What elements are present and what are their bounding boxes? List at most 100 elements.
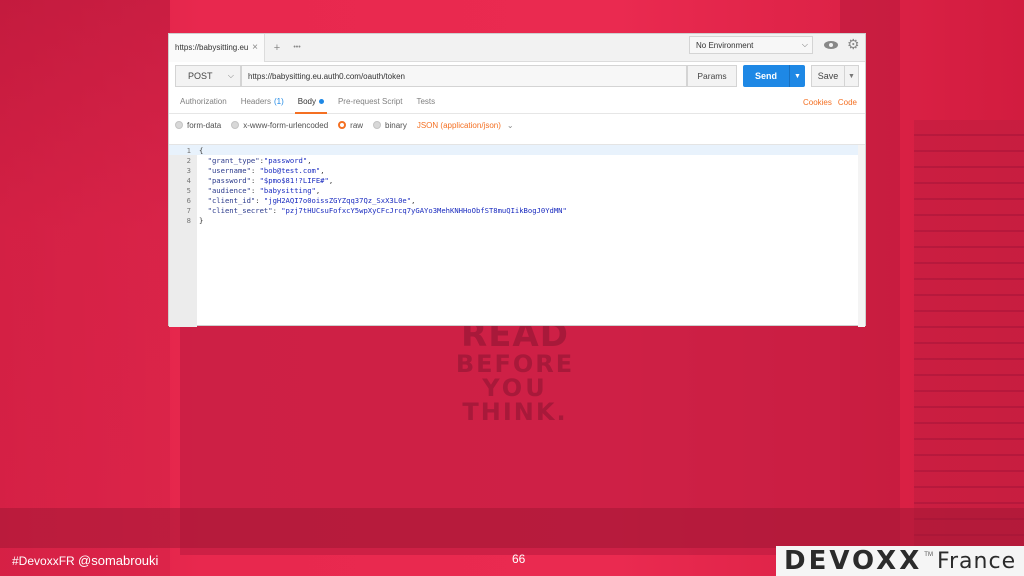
editor-line: 6 "client_id": "jgH2AQI7o0oissZGYZqq37Qz… (169, 195, 865, 205)
editor-line: 8 } (169, 215, 865, 225)
json-key: "client_id" (207, 195, 256, 205)
page-number: 66 (512, 552, 526, 566)
content-type-select[interactable]: JSON (application/json) ⌄ (417, 121, 514, 130)
json-key: "audience" (207, 185, 251, 195)
request-tab[interactable]: https://babysitting.eu × (169, 33, 265, 62)
editor-line: 5 "audience": "babysitting", (169, 185, 865, 195)
body-indicator-dot (318, 99, 324, 104)
radio-button[interactable] (231, 121, 240, 129)
cookies-link[interactable]: Cookies (803, 98, 832, 107)
body-option-label: x-www-form-urlencoded (243, 120, 329, 130)
environment-value: No Environment (696, 40, 754, 50)
json-comma: , (328, 175, 334, 185)
chevron-down-icon: ⌵ (801, 40, 808, 49)
body-option-label: binary (385, 120, 407, 130)
json-sep: : (250, 185, 260, 195)
line-number: 5 (186, 185, 191, 195)
radio-button[interactable] (175, 121, 183, 129)
tab-prerequest-script[interactable]: Pre-request Script (331, 90, 409, 114)
speaker-handle: @somabrouki (78, 553, 159, 568)
json-key: "password" (207, 175, 251, 185)
radio-button[interactable] (373, 121, 382, 129)
line-number: 8 (186, 215, 191, 225)
save-button-label: Save (817, 71, 839, 81)
request-tab-label: https://babysitting.eu (175, 43, 249, 52)
code-link[interactable]: Code (838, 98, 857, 107)
tab-prerequest-label: Pre-request Script (337, 97, 403, 106)
background-sign-text: READ BEFORE YOU THINK. (400, 318, 630, 424)
editor-scrollbar[interactable] (858, 145, 865, 327)
devoxx-france-logo: DEVOXX TM France (776, 546, 1024, 576)
line-number: 7 (186, 205, 191, 215)
editor-line: 1 { (169, 145, 865, 155)
editor-line: 2 "grant_type":"password", (169, 155, 865, 165)
sign-line: THINK. (462, 398, 568, 426)
body-editor[interactable]: 1 { 2 "grant_type":"password", 3 "userna… (169, 144, 865, 327)
json-value: "bob@test.com" (259, 165, 321, 175)
json-value: "pzj7tHUCsuFofxcY5wpXyCFcJrcq7yGAYo3MehK… (281, 205, 567, 215)
more-tabs-icon[interactable]: ••• (289, 44, 305, 51)
params-button[interactable]: Params (687, 65, 737, 87)
environment-select[interactable]: No Environment ⌵ (689, 36, 813, 54)
json-value: "babysitting" (259, 185, 316, 195)
background-wall (0, 0, 170, 576)
eye-icon[interactable] (823, 39, 839, 51)
tab-body[interactable]: Body (291, 90, 331, 114)
json-sep: : (250, 165, 260, 175)
line-number: 2 (186, 155, 191, 165)
tab-bar: https://babysitting.eu × + ••• No Enviro… (169, 33, 865, 62)
json-value: "$pmo$81!?LIFE#" (259, 175, 329, 185)
save-button[interactable]: Save ▼ (811, 65, 859, 87)
line-number: 6 (186, 195, 191, 205)
background-ground (0, 508, 1024, 548)
tab-authorization[interactable]: Authorization (173, 90, 234, 114)
send-button[interactable]: Send ▼ (743, 65, 805, 87)
chevron-down-icon: ⌄ (506, 120, 514, 130)
postman-window: https://babysitting.eu × + ••• No Enviro… (168, 33, 866, 327)
tab-headers-label: Headers (240, 97, 271, 106)
json-sep: : (272, 205, 282, 215)
content-type-value: JSON (application/json) (416, 120, 501, 130)
line-number: 3 (186, 165, 191, 175)
tab-tests[interactable]: Tests (409, 90, 442, 114)
editor-line: 3 "username": "bob@test.com", (169, 165, 865, 175)
logo-country: France (936, 548, 1017, 574)
editor-lines: 1 { 2 "grant_type":"password", 3 "userna… (169, 145, 865, 225)
subtab-links: Cookies Code (803, 90, 857, 114)
sign-line: BEFORE (455, 350, 575, 378)
url-input[interactable]: https://babysitting.eu.auth0.com/oauth/t… (241, 65, 687, 87)
headers-count: (1) (273, 97, 284, 106)
json-key: "client_secret" (207, 205, 273, 215)
gear-icon[interactable]: ⚙ (847, 36, 860, 53)
close-icon[interactable]: × (252, 42, 258, 53)
json-comma: , (307, 155, 312, 165)
json-key: "username" (207, 165, 251, 175)
tab-headers[interactable]: Headers (1) (234, 90, 291, 114)
json-brace: { (199, 145, 204, 155)
chevron-down-icon[interactable]: ▼ (844, 66, 858, 86)
json-value: "password" (263, 155, 308, 165)
hashtag-text: #DevoxxFR (12, 554, 75, 568)
slide-footer: #DevoxxFR @somabrouki 66 DEVOXX TM Franc… (0, 546, 1024, 576)
tab-authorization-label: Authorization (180, 97, 227, 106)
request-subtabs: Authorization Headers (1) Body Pre-reque… (169, 90, 865, 114)
chevron-down-icon[interactable]: ▼ (789, 65, 805, 87)
json-comma: , (315, 185, 321, 195)
add-tab-icon[interactable]: + (269, 42, 285, 54)
tab-tests-label: Tests (416, 97, 436, 106)
radio-button-selected[interactable] (338, 121, 347, 129)
footer-hashtag: #DevoxxFR @somabrouki (12, 553, 158, 568)
body-type-options: form-data x-www-form-urlencoded raw bina… (169, 114, 865, 136)
body-option-urlencoded[interactable]: x-www-form-urlencoded (231, 121, 328, 130)
body-option-label: form-data (187, 120, 222, 130)
body-option-label: raw (350, 120, 364, 130)
body-option-form-data[interactable]: form-data (175, 121, 221, 130)
body-option-raw[interactable]: raw (338, 121, 363, 130)
method-select[interactable]: POST ⌵ (175, 65, 241, 87)
json-comma: , (320, 165, 325, 175)
method-value: POST (188, 71, 213, 81)
editor-line: 4 "password": "$pmo$81!?LIFE#", (169, 175, 865, 185)
body-option-binary[interactable]: binary (373, 121, 407, 130)
editor-line: 7 "client_secret": "pzj7tHUCsuFofxcY5wpX… (169, 205, 865, 215)
chevron-down-icon: ⌵ (227, 71, 234, 80)
